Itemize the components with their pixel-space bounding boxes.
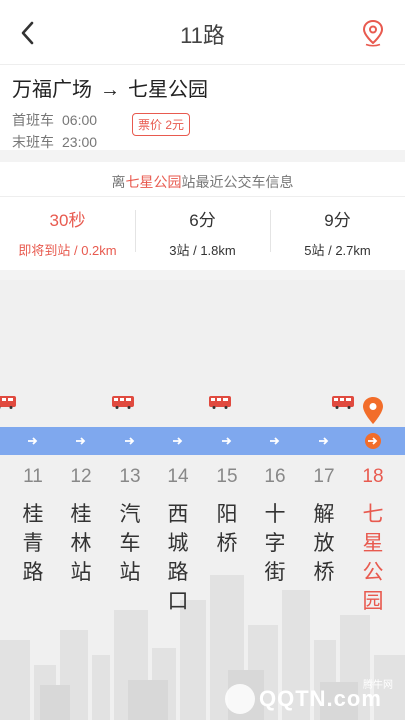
route-terminus: 七星公园 [128,79,208,101]
bus-icon[interactable] [209,396,231,409]
direction-arrow-icon [368,437,378,445]
direction-arrow-icon [270,437,280,445]
eta-time: 9分 [324,211,351,230]
first-bus-time: 06:00 [62,112,98,128]
eta-detail: 3站 / 1.8km [169,243,236,258]
bus-icon[interactable] [332,396,354,409]
stop-item-destination[interactable]: 18 七 星 公 园 [349,466,397,616]
fare-badge: 票价 2元 [132,113,191,136]
stop-number: 13 [119,466,141,487]
heading-station: 七星公园 [125,174,182,190]
nearest-bus-panel: 离七星公园站最近公交车信息 30秒 即将到站 / 0.2km 6分 3站 / 1… [0,162,405,270]
stop-number: 17 [313,466,335,487]
stop-name-char: 桥 [216,532,238,555]
stop-name: 汽 车 站 [106,500,154,587]
app-header: 11路 [0,0,405,64]
route-summary: 万福广场 → 七星公园 首班车 06:00 末班车 23:00 票价 2元 [0,64,405,150]
stop-name-char: 林 [70,532,92,555]
stop-number: 11 [23,466,43,487]
direction-arrow-icon [319,437,329,445]
eta-item[interactable]: 30秒 即将到站 / 0.2km [0,198,135,270]
stop-name-char: 汽 [119,503,141,526]
destination-pin-icon [363,397,383,424]
stop-name-char: 街 [264,561,286,584]
stop-name-char: 车 [119,532,141,555]
stop-item[interactable]: 14 西 城 路 口 [154,466,202,616]
first-bus-label: 首班车 [12,112,54,128]
stop-number: 14 [167,466,189,487]
eta-detail: 即将到站 / 0.2km [18,243,117,258]
stop-name: 十 字 街 [251,500,299,587]
direction-arrow-icon [125,437,135,445]
stop-name-char: 路 [22,561,44,584]
location-pin-icon[interactable] [361,19,385,47]
eta-time: 6分 [189,211,216,230]
panel-divider [0,196,405,197]
first-bus-row: 首班车 06:00 [12,109,97,131]
heading-suffix: 站最近公交车信息 [181,174,294,190]
stop-name-char: 城 [167,532,189,555]
watermark-subtext: 腾牛网 [363,680,393,691]
route-track [0,427,405,455]
stop-name-char: 路 [167,561,189,584]
nearest-bus-heading: 离七星公园站最近公交车信息 [0,172,405,192]
stop-name-char: 园 [362,590,384,613]
stop-name-char: 桂 [22,503,44,526]
stop-item[interactable]: 11 桂 青 路 [9,466,57,587]
destination-stop-marker [365,433,381,449]
stop-name-char: 字 [264,532,286,555]
eta-detail: 5站 / 2.7km [304,243,371,258]
stop-name-char: 西 [167,503,189,526]
eta-item[interactable]: 9分 5站 / 2.7km [270,198,405,270]
eta-item[interactable]: 6分 3站 / 1.8km [135,198,270,270]
stop-name: 解 放 桥 [300,500,348,587]
stop-name-char: 十 [264,503,286,526]
last-bus-row: 末班车 23:00 [12,131,97,153]
stop-name-char: 放 [313,532,335,555]
stop-name-char: 七 [362,503,384,526]
direction-arrow-icon [28,437,38,445]
stop-number: 16 [264,466,286,487]
stop-item[interactable]: 16 十 字 街 [251,466,299,587]
stop-name-char: 解 [313,503,335,526]
last-bus-time: 23:00 [62,134,98,150]
stop-name-char: 桥 [313,561,335,584]
stop-name-char: 青 [22,532,44,555]
stop-name-char: 公 [362,561,384,584]
route-origin: 万福广场 [12,79,92,101]
stop-name-char: 口 [167,590,189,613]
stop-name-char: 站 [70,561,92,584]
route-direction: 万福广场 → 七星公园 [12,73,208,102]
last-bus-label: 末班车 [12,134,54,150]
stop-number: 15 [216,466,238,487]
stop-name-char: 星 [362,532,384,555]
stop-item[interactable]: 15 阳 桥 [203,466,251,558]
stop-name: 阳 桥 [203,500,251,558]
direction-arrow-icon [222,437,232,445]
direction-arrow-icon [173,437,183,445]
site-watermark: QQTN.com 腾牛网 [219,680,399,716]
stop-name: 七 星 公 园 [349,500,397,616]
bus-icon[interactable] [112,396,134,409]
stop-name-char: 桂 [70,503,92,526]
stop-item[interactable]: 12 桂 林 站 [57,466,105,587]
eta-time: 30秒 [49,211,86,230]
stop-name: 桂 青 路 [9,500,57,587]
watermark-logo-icon [225,684,255,714]
bus-icon[interactable] [0,396,16,409]
stop-number: 12 [70,466,92,487]
heading-prefix: 离 [111,174,126,190]
page-title: 11路 [180,23,225,48]
stop-name: 西 城 路 口 [154,500,202,616]
stop-name-char: 站 [119,561,141,584]
stop-number: 18 [362,466,384,487]
stop-item[interactable]: 13 汽 车 站 [106,466,154,587]
stop-name-char: 阳 [216,503,238,526]
service-times: 首班车 06:00 末班车 23:00 [12,109,97,153]
stop-item[interactable]: 17 解 放 桥 [300,466,348,587]
stop-name: 桂 林 站 [57,500,105,587]
route-arrow: → [100,79,120,101]
direction-arrow-icon [76,437,86,445]
